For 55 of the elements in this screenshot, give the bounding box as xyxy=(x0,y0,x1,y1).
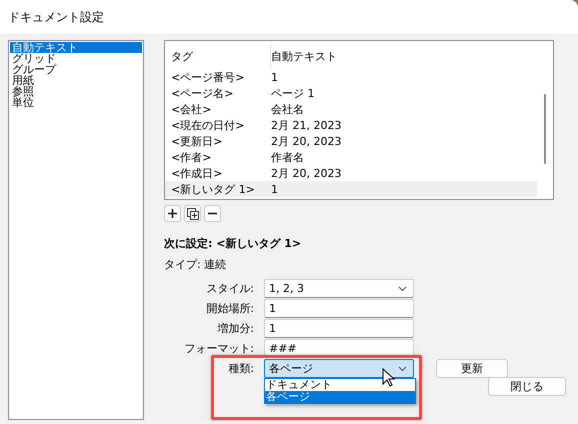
target-heading: 次に設定: <新しいタグ 1> xyxy=(164,236,302,251)
category-item[interactable]: 自動テキスト xyxy=(10,42,142,53)
update-button[interactable]: 更新 xyxy=(436,359,508,378)
field-label: フォーマット: xyxy=(183,341,254,356)
chevron-down-icon xyxy=(398,366,407,372)
column-header[interactable]: タグ xyxy=(171,45,271,67)
copy-plus-icon xyxy=(186,208,198,220)
table-cell-text: <作成日> xyxy=(171,166,224,180)
category-item[interactable]: 単位 xyxy=(10,97,142,108)
window-title: ドキュメント設定 xyxy=(0,0,578,34)
table-cell-text: ページ 1 xyxy=(271,86,316,100)
table-cell-text: 2月 21, 2023 xyxy=(271,118,342,132)
table-cell-text: <作者> xyxy=(171,150,212,164)
table-row[interactable]: <会社> 会社名 xyxy=(165,101,537,117)
table-cell-text: 1 xyxy=(271,182,279,196)
table-row[interactable]: <更新日> 2月 20, 2023 xyxy=(165,133,537,149)
table-cell-text: <現在の日付> xyxy=(171,118,246,132)
category-item[interactable]: 用紙 xyxy=(10,75,142,86)
table-cell-text: <ページ名> xyxy=(171,86,234,100)
input-field[interactable]: 1 xyxy=(264,299,414,318)
category-item[interactable]: グリッド xyxy=(10,53,142,64)
category-item[interactable]: 参照 xyxy=(10,86,142,97)
table-cell-text: 2月 20, 2023 xyxy=(271,166,342,180)
add-button[interactable] xyxy=(164,205,181,222)
scrollbar-thumb[interactable] xyxy=(544,94,546,164)
column-header[interactable]: 自動テキスト xyxy=(271,45,537,67)
table-cell-text: 2月 20, 2023 xyxy=(271,134,342,148)
field-label: スタイル: xyxy=(205,281,254,296)
table-cell-text: 会社名 xyxy=(271,102,305,116)
table-cell-text: 1 xyxy=(271,70,279,84)
table-cell-text: <ページ番号> xyxy=(171,70,246,84)
field-label: 種類: xyxy=(227,361,254,376)
duplicate-button[interactable] xyxy=(184,205,201,222)
table-row[interactable]: <作者> 作者名 xyxy=(165,149,537,165)
table-row[interactable]: <現在の日付> 2月 21, 2023 xyxy=(165,117,537,133)
plus-icon xyxy=(168,209,177,218)
dropdown-option[interactable]: 各ページ xyxy=(265,391,415,403)
table-cell-text: 作者名 xyxy=(271,150,305,164)
category-item[interactable]: グループ xyxy=(10,64,142,75)
table-cell-text: <会社> xyxy=(171,102,212,116)
table-cell-text: <更新日> xyxy=(171,134,224,148)
table-row[interactable]: <ページ名> ページ 1 xyxy=(165,85,537,101)
dropdown-field[interactable]: 1, 2, 3 xyxy=(264,279,414,298)
remove-button[interactable] xyxy=(204,205,221,222)
table-cell-text: <新しいタグ 1> xyxy=(171,182,256,196)
type-label: タイプ: 連続 xyxy=(164,257,228,272)
field-label: 増加分: xyxy=(216,321,254,336)
dropdown-option[interactable]: ドキュメント xyxy=(265,379,415,391)
table-row[interactable]: <新しいタグ 1> 1 xyxy=(165,181,537,197)
close-button[interactable]: 閉じる xyxy=(488,377,566,396)
table-row[interactable]: <作成日> 2月 20, 2023 xyxy=(165,165,537,181)
chevron-down-icon xyxy=(398,286,407,292)
field-label: 開始場所: xyxy=(205,301,254,316)
input-field[interactable]: 1 xyxy=(264,319,414,338)
table-row[interactable]: <ページ番号> 1 xyxy=(165,69,537,85)
